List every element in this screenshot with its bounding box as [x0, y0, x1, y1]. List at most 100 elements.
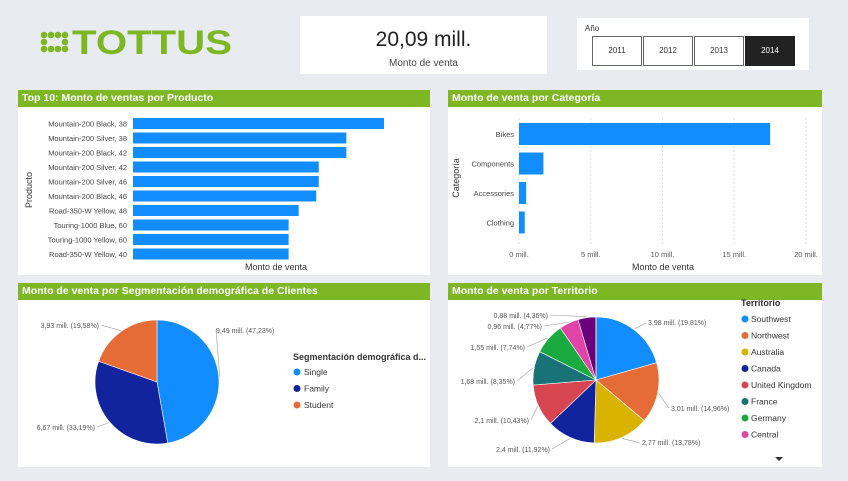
- territory-data-label: 0,96 mill. (4,77%): [488, 324, 542, 331]
- brand-name: TOTTUS: [72, 24, 232, 62]
- territory-data-label: 3,01 mill. (14,96%): [671, 406, 729, 413]
- segmentation-card: Monto de venta por Segmentación demográf…: [18, 283, 430, 467]
- territory-leader-line: [551, 438, 571, 450]
- territory-data-label: 2,4 mill. (11,92%): [496, 447, 550, 454]
- top10-category-label: Mountain-200 Black, 46: [48, 192, 127, 201]
- top10-bar[interactable]: [133, 132, 347, 144]
- territory-legend-label[interactable]: Central: [751, 430, 779, 440]
- territory-legend-title: Territorio: [741, 298, 781, 308]
- kpi-label: Monto de venta: [389, 58, 458, 69]
- territory-leader-line: [530, 406, 538, 421]
- top10-category-label: Road-350-W Yellow, 48: [49, 207, 127, 216]
- top10-bar[interactable]: [133, 234, 289, 245]
- territory-leader-line: [634, 322, 647, 330]
- territory-legend-marker[interactable]: [741, 365, 749, 372]
- top10-bar[interactable]: [133, 176, 319, 187]
- territory-leader-line: [516, 367, 534, 382]
- top10-bar[interactable]: [133, 118, 384, 129]
- year-slicer: Año 2011 2012 2013 2014: [577, 18, 809, 70]
- top10-category-label: Road-350-W Yellow, 40: [49, 250, 127, 259]
- category-chart[interactable]: Categoría Monto de venta 0 mill. 5 mill. 1…: [448, 90, 822, 275]
- territory-legend-marker[interactable]: [741, 398, 749, 405]
- category-label: Accessories: [474, 189, 515, 198]
- top10-category-label: Mountain-200 Silver, 42: [48, 163, 127, 172]
- segmentation-legend-marker[interactable]: [293, 401, 301, 409]
- top10-bar[interactable]: [133, 190, 317, 202]
- top10-bar[interactable]: [133, 205, 299, 216]
- kpi-value: 20,09 mill.: [375, 28, 472, 51]
- category-ylabel: Categoría: [451, 158, 461, 198]
- territory-data-label: 1,68 mill. (8,35%): [461, 379, 515, 386]
- top10-ylabel: Producto: [24, 172, 34, 208]
- territory-card: Monto de venta por Territorio Territorio…: [448, 283, 822, 467]
- top10-category-label: Touring-1000 Blue, 60: [54, 221, 127, 230]
- year-button-2012[interactable]: 2012: [643, 36, 693, 66]
- territory-data-label: 2,1 mill. (10,43%): [475, 418, 529, 425]
- top10-category-label: Mountain-200 Black, 38: [48, 120, 127, 129]
- territory-legend-label[interactable]: Germany: [751, 413, 787, 423]
- segmentation-legend-marker[interactable]: [293, 368, 301, 376]
- territory-legend-label[interactable]: United Kingdom: [751, 380, 811, 390]
- territory-legend-label[interactable]: Australia: [751, 347, 784, 357]
- category-x-tick-label: 15 mill.: [722, 250, 746, 259]
- territory-legend-marker[interactable]: [741, 431, 749, 438]
- top10-xlabel: Monto de venta: [245, 262, 307, 272]
- segmentation-leader-line: [96, 422, 109, 428]
- category-bar[interactable]: [519, 123, 771, 145]
- territory-pie-chart[interactable]: Territorio 3,98 mill. (19,81%) 3,01 mill.…: [448, 283, 822, 467]
- top10-category-label: Mountain-200 Black, 42: [48, 149, 127, 158]
- top10-bar[interactable]: [133, 248, 289, 260]
- segmentation-data-label: 3,93 mill. (19,58%): [41, 323, 99, 330]
- territory-leader-line: [549, 314, 587, 317]
- top10-category-label: Touring-1000 Yellow, 60: [48, 236, 127, 245]
- territory-legend-marker[interactable]: [741, 348, 749, 356]
- category-bar[interactable]: [519, 182, 527, 204]
- category-x-tick-label: 0 mill.: [509, 250, 529, 259]
- top10-bar[interactable]: [133, 161, 319, 173]
- category-card: Monto de venta por Categoría Categoría M…: [448, 90, 822, 275]
- territory-legend-marker[interactable]: [741, 414, 749, 422]
- segmentation-legend-marker[interactable]: [293, 385, 301, 392]
- year-button-2011[interactable]: 2011: [592, 36, 642, 66]
- territory-legend-marker[interactable]: [741, 332, 749, 339]
- category-bar[interactable]: [519, 211, 525, 234]
- segmentation-data-label: 9,49 mill. (47,23%): [216, 328, 274, 335]
- segmentation-legend-title: Segmentación demográfica d...: [293, 352, 426, 362]
- top10-products-card: Top 10: Monto de ventas por Producto Pro…: [18, 90, 430, 275]
- segmentation-pie-chart[interactable]: Segmentación demográfica d... 9,49 mill.…: [18, 283, 430, 467]
- tottus-logo-graphic: TOTTUS: [40, 24, 232, 62]
- territory-legend-marker[interactable]: [741, 315, 749, 323]
- segmentation-legend-label[interactable]: Family: [304, 384, 330, 394]
- territory-legend-label[interactable]: France: [751, 397, 778, 407]
- top10-products-chart[interactable]: Producto Monto de venta Mountain-200 Bla…: [18, 90, 430, 275]
- category-x-tick-label: 10 mill.: [651, 250, 675, 259]
- segmentation-data-label: 6,67 mill. (33,19%): [37, 425, 95, 432]
- top10-category-label: Mountain-200 Silver, 46: [48, 178, 127, 187]
- territory-data-label: 1,55 mill. (7,74%): [471, 345, 525, 352]
- territory-legend-label[interactable]: Northwest: [751, 331, 790, 341]
- top10-bar[interactable]: [133, 147, 347, 158]
- year-button-2013[interactable]: 2013: [694, 36, 744, 66]
- category-xlabel: Monto de venta: [632, 262, 694, 272]
- territory-leader-line: [622, 438, 641, 444]
- segmentation-leader-line: [100, 324, 121, 331]
- legend-scroll-down-icon[interactable]: [775, 457, 783, 461]
- segmentation-slice[interactable]: [156, 319, 220, 444]
- category-x-tick-label: 5 mill.: [581, 250, 601, 259]
- category-x-tick-label: 20 mill.: [794, 250, 818, 259]
- year-slicer-title: Año: [585, 24, 600, 33]
- territory-legend-label[interactable]: Canada: [751, 364, 781, 374]
- tottus-logo: TOTTUS: [38, 22, 238, 62]
- top10-category-label: Mountain-200 Silver, 38: [48, 134, 127, 143]
- top10-bar[interactable]: [133, 219, 289, 231]
- territory-data-label: 2,77 mill. (13,78%): [642, 440, 700, 447]
- year-button-2014[interactable]: 2014: [745, 36, 795, 66]
- kpi-card[interactable]: 20,09 mill. Monto de venta: [300, 16, 547, 74]
- category-bar[interactable]: [519, 152, 544, 175]
- segmentation-legend-label[interactable]: Single: [304, 367, 328, 377]
- territory-legend-marker[interactable]: [741, 381, 749, 389]
- segmentation-legend-label[interactable]: Student: [304, 400, 334, 410]
- territory-legend-label[interactable]: Southwest: [751, 314, 791, 324]
- category-label: Bikes: [496, 130, 515, 139]
- territory-data-label: 0,88 mill. (4,36%): [494, 313, 548, 320]
